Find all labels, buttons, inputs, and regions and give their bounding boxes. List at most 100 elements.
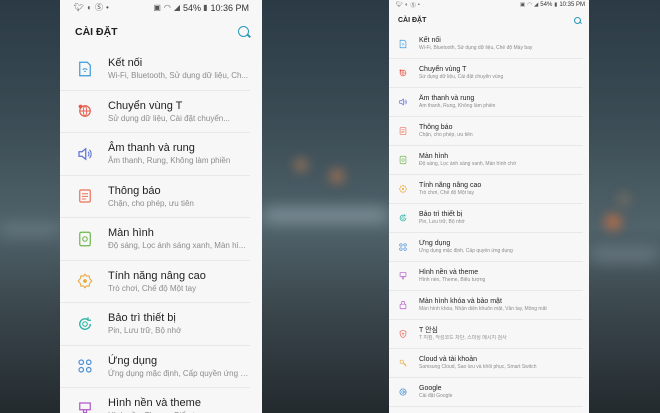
cast-icon: ▣ <box>520 2 526 8</box>
settings-item[interactable]: Tính năng nâng cao Trò chơi, Chế độ Một t… <box>60 261 250 303</box>
settings-item[interactable]: Thông báo Chặn, cho phép, ưu tiên <box>389 117 583 146</box>
settings-item-text: Google Cài đặt Google <box>419 384 583 400</box>
settings-item-text: Kết nối Wi-Fi, Bluetooth, Sử dụng dữ liệu… <box>108 56 250 81</box>
settings-item-text: Tính năng nâng cao Trò chơi, Chế độ Một t… <box>108 269 250 294</box>
settings-item[interactable]: Màn hình Độ sáng, Lọc ánh sáng xanh, Màn … <box>389 146 583 175</box>
battery-icon: ▮ <box>554 2 558 8</box>
advanced-features-icon <box>398 184 408 194</box>
settings-item-description: Wi-Fi, Bluetooth, Sử dụng dữ liệu, Ch... <box>108 71 249 81</box>
settings-item[interactable]: Kết nối Wi-Fi, Bluetooth, Sử dụng dữ liệu… <box>60 48 250 91</box>
settings-item[interactable]: Cloud và tài khoản Samsung Cloud, Sao lưu… <box>389 349 583 378</box>
settings-item-description: Sử dụng dữ liệu, Cài đặt chuyển vùng <box>419 74 504 80</box>
cast-icon: ▣ <box>153 3 161 12</box>
settings-item[interactable]: Ứng dụng Ứng dụng mặc định, Cấp quyền ứng… <box>389 233 583 262</box>
settings-item-description: Màn hình khóa, Nhận diện khuôn mặt, Vân … <box>419 306 547 312</box>
skype-icon: Ⓢ <box>410 3 416 9</box>
settings-item-description: Trò chơi, Chế độ Một tay <box>108 283 197 293</box>
clock: 10:36 PM <box>210 2 249 13</box>
settings-item-text: Tính năng nâng cao Trò chơi, Chế độ Một t… <box>419 181 583 197</box>
settings-item[interactable]: Google Cài đặt Google <box>389 378 583 407</box>
notifications-icon <box>398 126 408 136</box>
settings-item-description: Độ sáng, Lọc ánh sáng xanh, Màn hì... <box>108 241 246 251</box>
battery-icon: ▮ <box>203 3 208 12</box>
sound-icon <box>398 97 408 107</box>
settings-item-text: T 안심 T 지킴, 악성코드 차단, 스미싱 메시지 검사 <box>419 326 583 342</box>
background-bokeh-light <box>331 170 343 182</box>
skype-icon: Ⓢ <box>95 3 103 12</box>
settings-item-text: Chuyển vùng T Sử dụng dữ liệu, Cài đặt ch… <box>419 65 583 81</box>
device-maintenance-icon <box>398 213 408 223</box>
settings-item[interactable]: Âm thanh và rung Âm thanh, Rung, Không là… <box>60 133 250 176</box>
settings-item-label: Màn hình khóa và bảo mật <box>419 298 502 305</box>
settings-item[interactable]: Âm thanh và rung Âm thanh, Rung, Không là… <box>389 88 583 117</box>
settings-item-text: Âm thanh và rung Âm thanh, Rung, Không là… <box>419 94 583 110</box>
wallpaper-themes-icon <box>76 400 94 413</box>
display-icon <box>76 230 94 248</box>
settings-item-text: Màn hình khóa và bảo mật Màn hình khóa, N… <box>419 297 583 313</box>
settings-list: Kết nối Wi-Fi, Bluetooth, Sử dụng dữ liệu… <box>389 30 589 407</box>
settings-header: CÀI ĐẶT <box>60 15 262 48</box>
settings-item-text: Màn hình Độ sáng, Lọc ánh sáng xanh, Màn … <box>108 226 250 251</box>
ellipsis-icon: • <box>106 3 109 12</box>
settings-item-label: Kết nối <box>419 37 441 44</box>
settings-item[interactable]: Thông báo Chặn, cho phép, ưu tiên <box>60 176 250 218</box>
sound-icon <box>76 145 94 163</box>
settings-item[interactable]: Màn hình khóa và bảo mật Màn hình khóa, N… <box>389 291 583 320</box>
settings-item-description: Trò chơi, Chế độ Một tay <box>419 190 475 196</box>
settings-item-label: Kết nối <box>108 57 143 70</box>
settings-item-text: Ứng dụng Ứng dụng mặc định, Cấp quyền ứng… <box>108 354 250 379</box>
settings-item-text: Ứng dụng Ứng dụng mặc định, Cấp quyền ứng… <box>419 239 583 255</box>
settings-item-label: Âm thanh và rung <box>108 142 195 155</box>
settings-item[interactable]: Hình nền và themeHình nền, Theme, Biểu t… <box>389 262 583 291</box>
wifi-icon: ◠ <box>163 3 171 12</box>
status-bar: 🐦︎ ◐ Ⓢ • ▣ ◠ ◢ 54% ▮ 10:36 PM <box>60 0 262 15</box>
settings-item[interactable]: Ứng dụng Ứng dụng mặc định, Cấp quyền ứng… <box>60 346 250 388</box>
settings-item[interactable]: Bảo trì thiết bị Pin, Lưu trữ, Bộ nhớ <box>389 204 583 233</box>
settings-item-label: Chuyển vùng T <box>419 66 467 73</box>
settings-item[interactable]: T 안심 T 지킴, 악성코드 차단, 스미싱 메시지 검사 <box>389 320 583 349</box>
twitter-icon: 🐦︎ <box>396 2 403 8</box>
background-light-streak <box>0 225 60 235</box>
settings-item-label: Hình nền và theme <box>108 397 201 410</box>
twitter-icon: 🐦︎ <box>74 3 85 12</box>
apps-icon <box>76 357 94 375</box>
settings-item[interactable]: Chuyển vùng T Sử dụng dữ liệu, Cài đặt ch… <box>389 59 583 88</box>
settings-item-text: Bảo trì thiết bị Pin, Lưu trữ, Bộ nhớ <box>419 210 583 226</box>
settings-item-label: Hình nền và theme <box>419 269 479 276</box>
display-icon <box>398 155 408 165</box>
search-icon[interactable] <box>238 26 249 37</box>
connections-icon <box>398 39 408 49</box>
settings-item-description: Ứng dụng mặc định, Cấp quyền ứng dụng <box>419 248 513 254</box>
left-phone-screen: 🐦︎ ◐ Ⓢ • ▣ ◠ ◢ 54% ▮ 10:36 PM CÀI ĐẶT Kế… <box>60 0 262 413</box>
search-icon[interactable] <box>574 16 581 24</box>
messenger-icon: ◐ <box>404 2 409 8</box>
settings-item-description: Ứng dụng mặc định, Cấp quyền ứng d... <box>108 368 250 378</box>
settings-item-description: Pin, Lưu trữ, Bộ nhớ <box>419 219 465 225</box>
settings-item[interactable]: Màn hình Độ sáng, Lọc ánh sáng xanh, Màn … <box>60 218 250 261</box>
settings-item-text: Màn hình Độ sáng, Lọc ánh sáng xanh, Màn … <box>419 152 583 168</box>
t-safety-icon <box>398 329 408 339</box>
settings-item-description: Wi-Fi, Bluetooth, Sử dụng dữ liệu, Chế đ… <box>419 45 533 51</box>
settings-item[interactable]: Hình nền và themeHình nền, Theme, Biểu t… <box>60 388 250 413</box>
settings-item[interactable]: Bảo trì thiết bị Pin, Lưu trữ, Bộ nhớ <box>60 303 250 346</box>
roaming-icon <box>398 68 408 78</box>
settings-item-label: Google <box>419 385 442 392</box>
settings-item-label: Thông báo <box>419 124 453 131</box>
background-light-streak <box>589 250 660 260</box>
settings-item-text: Bảo trì thiết bị Pin, Lưu trữ, Bộ nhớ <box>108 311 250 336</box>
notifications-icon <box>76 187 94 205</box>
settings-item-label: Ứng dụng <box>108 354 158 367</box>
settings-item-label: T 안심 <box>419 327 438 334</box>
apps-icon <box>398 242 408 252</box>
settings-item[interactable]: Tính năng nâng cao Trò chơi, Chế độ Một t… <box>389 175 583 204</box>
settings-item-label: Ứng dụng <box>419 240 451 247</box>
settings-item-description: Chặn, cho phép, ưu tiên <box>108 198 194 208</box>
settings-item-description: Cài đặt Google <box>419 393 453 399</box>
settings-item[interactable]: Chuyển vùng T Sử dụng dữ liệu, Cài đặt ch… <box>60 91 250 133</box>
wifi-icon: ◠ <box>527 2 533 8</box>
settings-item-text: Hình nền và themeHình nền, Theme, Biểu t… <box>108 396 250 413</box>
settings-item-description: Pin, Lưu trữ, Bộ nhớ <box>108 326 182 336</box>
settings-item[interactable]: Kết nối Wi-Fi, Bluetooth, Sử dụng dữ liệu… <box>389 30 583 59</box>
settings-item-label: Màn hình <box>108 227 154 240</box>
settings-item-label: Âm thanh và rung <box>419 95 475 102</box>
